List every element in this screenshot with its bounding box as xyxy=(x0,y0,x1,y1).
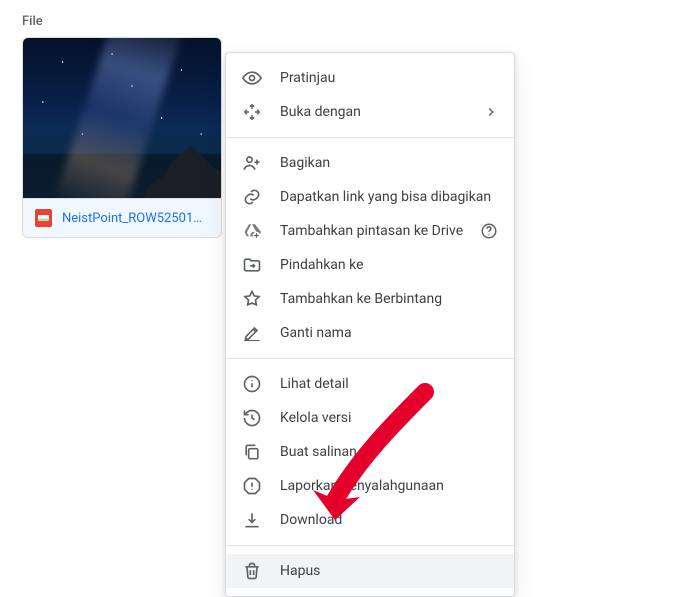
menu-item-view-details[interactable]: Lihat detail xyxy=(226,367,514,401)
menu-label: Buat salinan xyxy=(280,444,357,460)
eye-icon xyxy=(242,68,262,88)
menu-item-preview[interactable]: Pratinjau xyxy=(226,61,514,95)
menu-item-download[interactable]: Download xyxy=(226,503,514,537)
chevron-right-icon xyxy=(484,105,498,119)
menu-label: Hapus xyxy=(280,563,320,579)
menu-item-move-to[interactable]: Pindahkan ke xyxy=(226,248,514,282)
menu-label: Tambahkan pintasan ke Drive xyxy=(280,223,463,239)
person-add-icon xyxy=(242,153,262,173)
menu-item-add-starred[interactable]: Tambahkan ke Berbintang xyxy=(226,282,514,316)
menu-item-remove[interactable]: Hapus xyxy=(226,554,514,588)
section-label: File xyxy=(0,0,700,37)
context-menu: Pratinjau Buka dengan Bagikan Dapatkan l… xyxy=(225,52,515,597)
menu-label: Pratinjau xyxy=(280,70,335,86)
help-icon[interactable] xyxy=(480,222,498,240)
menu-label: Bagikan xyxy=(280,155,330,171)
file-name: NeistPoint_ROW5250174... xyxy=(62,211,209,226)
menu-item-get-link[interactable]: Dapatkan link yang bisa dibagikan xyxy=(226,180,514,214)
file-thumbnail xyxy=(23,38,221,198)
open-with-icon xyxy=(242,102,262,122)
menu-item-manage-versions[interactable]: Kelola versi xyxy=(226,401,514,435)
menu-separator xyxy=(226,358,514,359)
file-label-row: NeistPoint_ROW5250174... xyxy=(23,198,221,237)
menu-label: Kelola versi xyxy=(280,410,351,426)
copy-icon xyxy=(242,442,262,462)
star-icon xyxy=(242,289,262,309)
menu-label: Download xyxy=(280,512,342,528)
menu-item-rename[interactable]: Ganti nama xyxy=(226,316,514,350)
menu-item-report-abuse[interactable]: Laporkan penyalahgunaan xyxy=(226,469,514,503)
menu-label: Buka dengan xyxy=(280,104,361,120)
menu-separator xyxy=(226,545,514,546)
history-icon xyxy=(242,408,262,428)
menu-label: Pindahkan ke xyxy=(280,257,364,273)
trash-icon xyxy=(242,561,262,581)
file-card[interactable]: NeistPoint_ROW5250174... xyxy=(22,37,222,238)
menu-separator xyxy=(226,137,514,138)
menu-item-open-with[interactable]: Buka dengan xyxy=(226,95,514,129)
menu-label: Dapatkan link yang bisa dibagikan xyxy=(280,189,491,205)
menu-label: Tambahkan ke Berbintang xyxy=(280,291,442,307)
menu-item-add-shortcut[interactable]: Tambahkan pintasan ke Drive xyxy=(226,214,514,248)
menu-item-share[interactable]: Bagikan xyxy=(226,146,514,180)
info-icon xyxy=(242,374,262,394)
drive-add-icon xyxy=(242,221,262,241)
menu-label: Lihat detail xyxy=(280,376,349,392)
link-icon xyxy=(242,187,262,207)
menu-label: Laporkan penyalahgunaan xyxy=(280,478,444,494)
image-file-icon xyxy=(35,209,52,227)
menu-label: Ganti nama xyxy=(280,325,352,341)
rename-icon xyxy=(242,323,262,343)
menu-item-make-copy[interactable]: Buat salinan xyxy=(226,435,514,469)
report-icon xyxy=(242,476,262,496)
download-icon xyxy=(242,510,262,530)
folder-move-icon xyxy=(242,255,262,275)
